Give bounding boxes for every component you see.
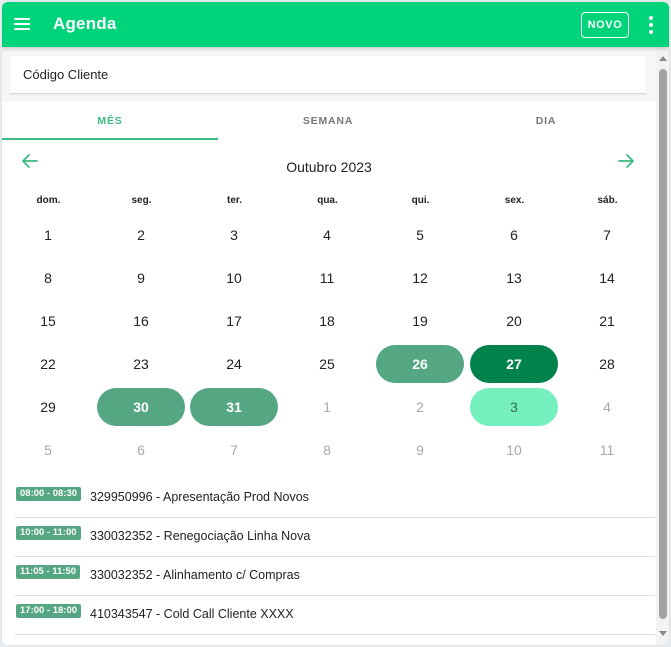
calendar-day[interactable]: 23 — [97, 345, 185, 383]
more-vert-icon[interactable] — [648, 16, 654, 34]
calendar-day[interactable]: 21 — [563, 302, 651, 340]
weekday-label: qui. — [411, 195, 430, 206]
calendar-day[interactable]: 2 — [376, 388, 464, 426]
calendar-day[interactable]: 31 — [190, 388, 278, 426]
page-title: Agenda — [53, 14, 117, 33]
scroll-thumb[interactable] — [659, 69, 667, 619]
calendar-day[interactable]: 25 — [283, 345, 371, 383]
event-time-badge: 08:00 - 08:30 — [16, 487, 82, 501]
menu-icon[interactable] — [14, 18, 30, 30]
calendar-day[interactable]: 7 — [190, 431, 278, 469]
tab-week[interactable]: SEMANA — [220, 102, 436, 140]
scroll-up-icon[interactable] — [659, 56, 667, 61]
calendar-day[interactable]: 30 — [97, 388, 185, 426]
calendar-day[interactable]: 22 — [4, 345, 92, 383]
weekday-label: qua. — [317, 195, 338, 206]
calendar-day[interactable]: 13 — [470, 259, 558, 297]
calendar-day[interactable]: 7 — [563, 216, 651, 254]
calendar-day[interactable]: 3 — [470, 388, 558, 426]
event-title: 329950996 - Apresentação Prod Novos — [90, 490, 309, 504]
event-time-badge: 17:00 - 18:00 — [16, 604, 82, 618]
weekday-label: sáb. — [597, 195, 618, 206]
view-tabs: MÊS SEMANA DIA — [2, 102, 656, 140]
event-item[interactable]: 08:00 - 08:30 329950996 - Apresentação Pr… — [15, 479, 655, 518]
event-time-badge: 10:00 - 11:00 — [16, 526, 81, 540]
calendar-day[interactable]: 6 — [470, 216, 558, 254]
calendar-day[interactable]: 4 — [563, 388, 651, 426]
calendar-day[interactable]: 28 — [563, 345, 651, 383]
weekday-label: sex. — [504, 195, 525, 206]
weekday-header: dom. seg. ter. qua. qui. sex. sáb. — [2, 195, 656, 209]
event-item[interactable]: 11:05 - 11:50 330032352 - Alinhamento c/ … — [15, 557, 655, 596]
calendar-day[interactable]: 27 — [470, 345, 558, 383]
agenda-app: Agenda NOVO MÊS SEMANA DIA Outubro 2023 … — [2, 2, 669, 645]
calendar-day[interactable]: 14 — [563, 259, 651, 297]
calendar-day[interactable]: 11 — [563, 431, 651, 469]
calendar-day[interactable]: 8 — [4, 259, 92, 297]
calendar-day[interactable]: 24 — [190, 345, 278, 383]
calendar-day[interactable]: 4 — [283, 216, 371, 254]
calendar-day[interactable]: 11 — [283, 259, 371, 297]
calendar-day[interactable]: 1 — [4, 216, 92, 254]
month-title: Outubro 2023 — [286, 159, 372, 175]
calendar-day[interactable]: 5 — [4, 431, 92, 469]
calendar-day[interactable]: 9 — [376, 431, 464, 469]
weekday-label: ter. — [226, 195, 242, 206]
calendar-day[interactable]: 12 — [376, 259, 464, 297]
event-item[interactable]: 10:00 - 11:00 330032352 - Renegociação Li… — [15, 518, 655, 557]
calendar-day[interactable]: 8 — [283, 431, 371, 469]
top-app-bar: Agenda NOVO — [2, 2, 669, 47]
tab-day[interactable]: DIA — [438, 102, 654, 140]
calendar-day[interactable]: 19 — [376, 302, 464, 340]
event-title: 330032352 - Alinhamento c/ Compras — [90, 568, 300, 582]
weekday-label: dom. — [36, 195, 61, 206]
weekday-label: seg. — [131, 195, 152, 206]
calendar-day[interactable]: 9 — [97, 259, 185, 297]
main-content: MÊS SEMANA DIA Outubro 2023 dom. seg. ter.… — [2, 47, 656, 645]
calendar-day[interactable]: 2 — [97, 216, 185, 254]
calendar-day[interactable]: 26 — [376, 345, 464, 383]
client-code-input[interactable] — [10, 56, 646, 94]
calendar-day[interactable]: 15 — [4, 302, 92, 340]
search-area — [2, 47, 656, 102]
event-item[interactable]: 17:00 - 18:00 410343547 - Cold Call Clien… — [15, 596, 655, 635]
event-title: 330032352 - Renegociação Linha Nova — [90, 529, 311, 543]
arrow-left-icon[interactable] — [20, 151, 40, 171]
calendar-grid: 1 2 3 4 5 6 7 8 9 10 11 12 13 14 15 16 17 18 19 20 21 22 23 24 2… — [2, 216, 656, 474]
event-time-badge: 11:05 - 11:50 — [16, 565, 80, 579]
scrollbar[interactable] — [656, 47, 669, 645]
calendar-day[interactable]: 10 — [470, 431, 558, 469]
calendar-day[interactable]: 3 — [190, 216, 278, 254]
calendar-day[interactable]: 20 — [470, 302, 558, 340]
calendar-day[interactable]: 17 — [190, 302, 278, 340]
calendar-day[interactable]: 16 — [97, 302, 185, 340]
event-title: 410343547 - Cold Call Cliente XXXX — [90, 607, 294, 621]
calendar-day[interactable]: 1 — [283, 388, 371, 426]
calendar-day[interactable]: 29 — [4, 388, 92, 426]
scroll-down-icon[interactable] — [659, 631, 667, 636]
calendar-day[interactable]: 5 — [376, 216, 464, 254]
calendar-day[interactable]: 6 — [97, 431, 185, 469]
calendar-day[interactable]: 18 — [283, 302, 371, 340]
tab-month[interactable]: MÊS — [2, 102, 218, 140]
new-button[interactable]: NOVO — [581, 12, 629, 38]
arrow-right-icon[interactable] — [616, 151, 636, 171]
calendar-day[interactable]: 10 — [190, 259, 278, 297]
event-list: 08:00 - 08:30 329950996 - Apresentação Pr… — [15, 479, 655, 635]
